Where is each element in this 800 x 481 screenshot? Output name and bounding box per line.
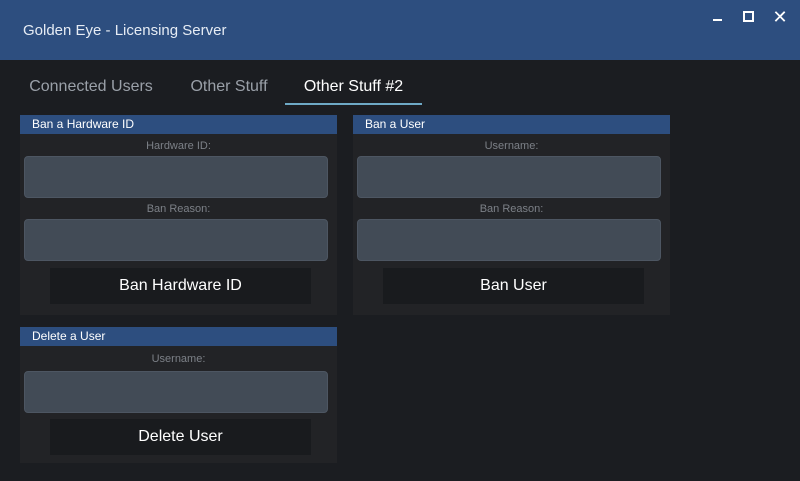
delete-user-button[interactable]: Delete User xyxy=(50,419,311,455)
ban-username-field[interactable] xyxy=(357,156,661,198)
ban-user-button[interactable]: Ban User xyxy=(383,268,644,304)
hardware-id-label: Hardware ID: xyxy=(146,140,211,152)
ban-hardware-panel: Ban a Hardware ID Hardware ID: Ban Reaso… xyxy=(20,115,337,315)
user-ban-reason-field[interactable] xyxy=(357,219,661,261)
tab-other-stuff-2[interactable]: Other Stuff #2 xyxy=(285,78,422,104)
delete-username-field[interactable] xyxy=(24,371,328,413)
active-tab-indicator xyxy=(285,103,422,105)
maximize-button[interactable] xyxy=(737,6,759,28)
ban-username-label: Username: xyxy=(484,140,539,152)
hardware-ban-reason-label: Ban Reason: xyxy=(146,203,211,215)
ban-hardware-id-button[interactable]: Ban Hardware ID xyxy=(50,268,311,304)
maximize-icon xyxy=(742,11,754,23)
title-bar[interactable]: Golden Eye - Licensing Server ✕ xyxy=(0,0,800,60)
ban-user-panel: Ban a User Username: Ban Reason: Ban Use… xyxy=(353,115,670,315)
delete-user-panel: Delete a User Username: Delete User xyxy=(20,327,337,463)
hardware-id-field[interactable] xyxy=(24,156,328,198)
minimize-button[interactable] xyxy=(706,6,728,28)
tab-other-stuff[interactable]: Other Stuff xyxy=(176,78,282,104)
window-title: Golden Eye - Licensing Server xyxy=(23,22,227,39)
delete-username-label: Username: xyxy=(151,353,206,365)
delete-user-header: Delete a User xyxy=(20,327,337,346)
user-ban-reason-label: Ban Reason: xyxy=(479,203,544,215)
ban-hardware-header: Ban a Hardware ID xyxy=(20,115,337,134)
close-icon: ✕ xyxy=(772,7,788,27)
tab-connected-users[interactable]: Connected Users xyxy=(20,78,162,104)
ban-user-header: Ban a User xyxy=(353,115,670,134)
close-button[interactable]: ✕ xyxy=(769,6,791,28)
hardware-ban-reason-field[interactable] xyxy=(24,219,328,261)
minimize-icon xyxy=(712,18,722,21)
